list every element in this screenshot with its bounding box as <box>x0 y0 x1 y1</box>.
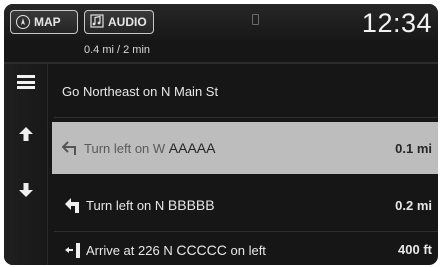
turn-left-icon <box>65 198 79 213</box>
direction-distance: 0.1 mi <box>395 140 432 156</box>
map-tab[interactable]: MAP <box>10 10 78 34</box>
street-name: BBBBB <box>167 197 215 213</box>
sidebar <box>4 64 48 265</box>
row-divider <box>54 231 438 232</box>
menu-button[interactable] <box>4 64 48 100</box>
direction-distance: 400 ft <box>398 242 432 257</box>
direction-text: Arrive at 226 N CCCCC on left <box>86 241 266 258</box>
clock: 12:34 <box>361 8 432 38</box>
status-indicator-icon <box>252 14 259 25</box>
arrow-up-icon <box>19 127 33 141</box>
street-name: CCCCC <box>176 241 227 258</box>
navigation-screen: MAP AUDIO 12:34 0.4 mi / 2 min Go Northe… <box>4 4 438 265</box>
street-name: AAAAA <box>168 140 216 156</box>
music-note-icon <box>90 13 104 31</box>
arrow-down-icon <box>19 183 33 197</box>
direction-row[interactable]: Turn left on N BBBBB 0.2 mi <box>54 180 438 230</box>
arrive-left-icon <box>65 242 80 258</box>
direction-row-selected[interactable]: Turn left on W AAAAA 0.1 mi <box>52 122 438 174</box>
scroll-down-button[interactable] <box>4 172 48 208</box>
map-tab-label: MAP <box>34 15 61 29</box>
direction-row[interactable]: Arrive at 226 N CCCCC on left 400 ft <box>54 234 438 265</box>
scroll-up-button[interactable] <box>4 116 48 152</box>
menu-icon <box>17 75 35 89</box>
row-divider <box>54 117 438 118</box>
compass-icon <box>16 15 30 29</box>
direction-text: Turn left on N BBBBB <box>86 197 215 213</box>
audio-tab-label: AUDIO <box>108 15 147 29</box>
direction-text: Turn left on W AAAAA <box>84 140 216 156</box>
header-divider <box>4 62 438 64</box>
audio-tab[interactable]: AUDIO <box>84 10 154 34</box>
turn-left-icon <box>62 141 76 155</box>
top-bar: MAP AUDIO 12:34 <box>4 4 438 40</box>
direction-row[interactable]: Go Northeast on N Main St <box>54 66 438 116</box>
trip-summary: 0.4 mi / 2 min <box>84 44 151 56</box>
direction-text: Go Northeast on N Main St <box>62 83 219 99</box>
direction-distance: 0.2 mi <box>395 197 432 213</box>
